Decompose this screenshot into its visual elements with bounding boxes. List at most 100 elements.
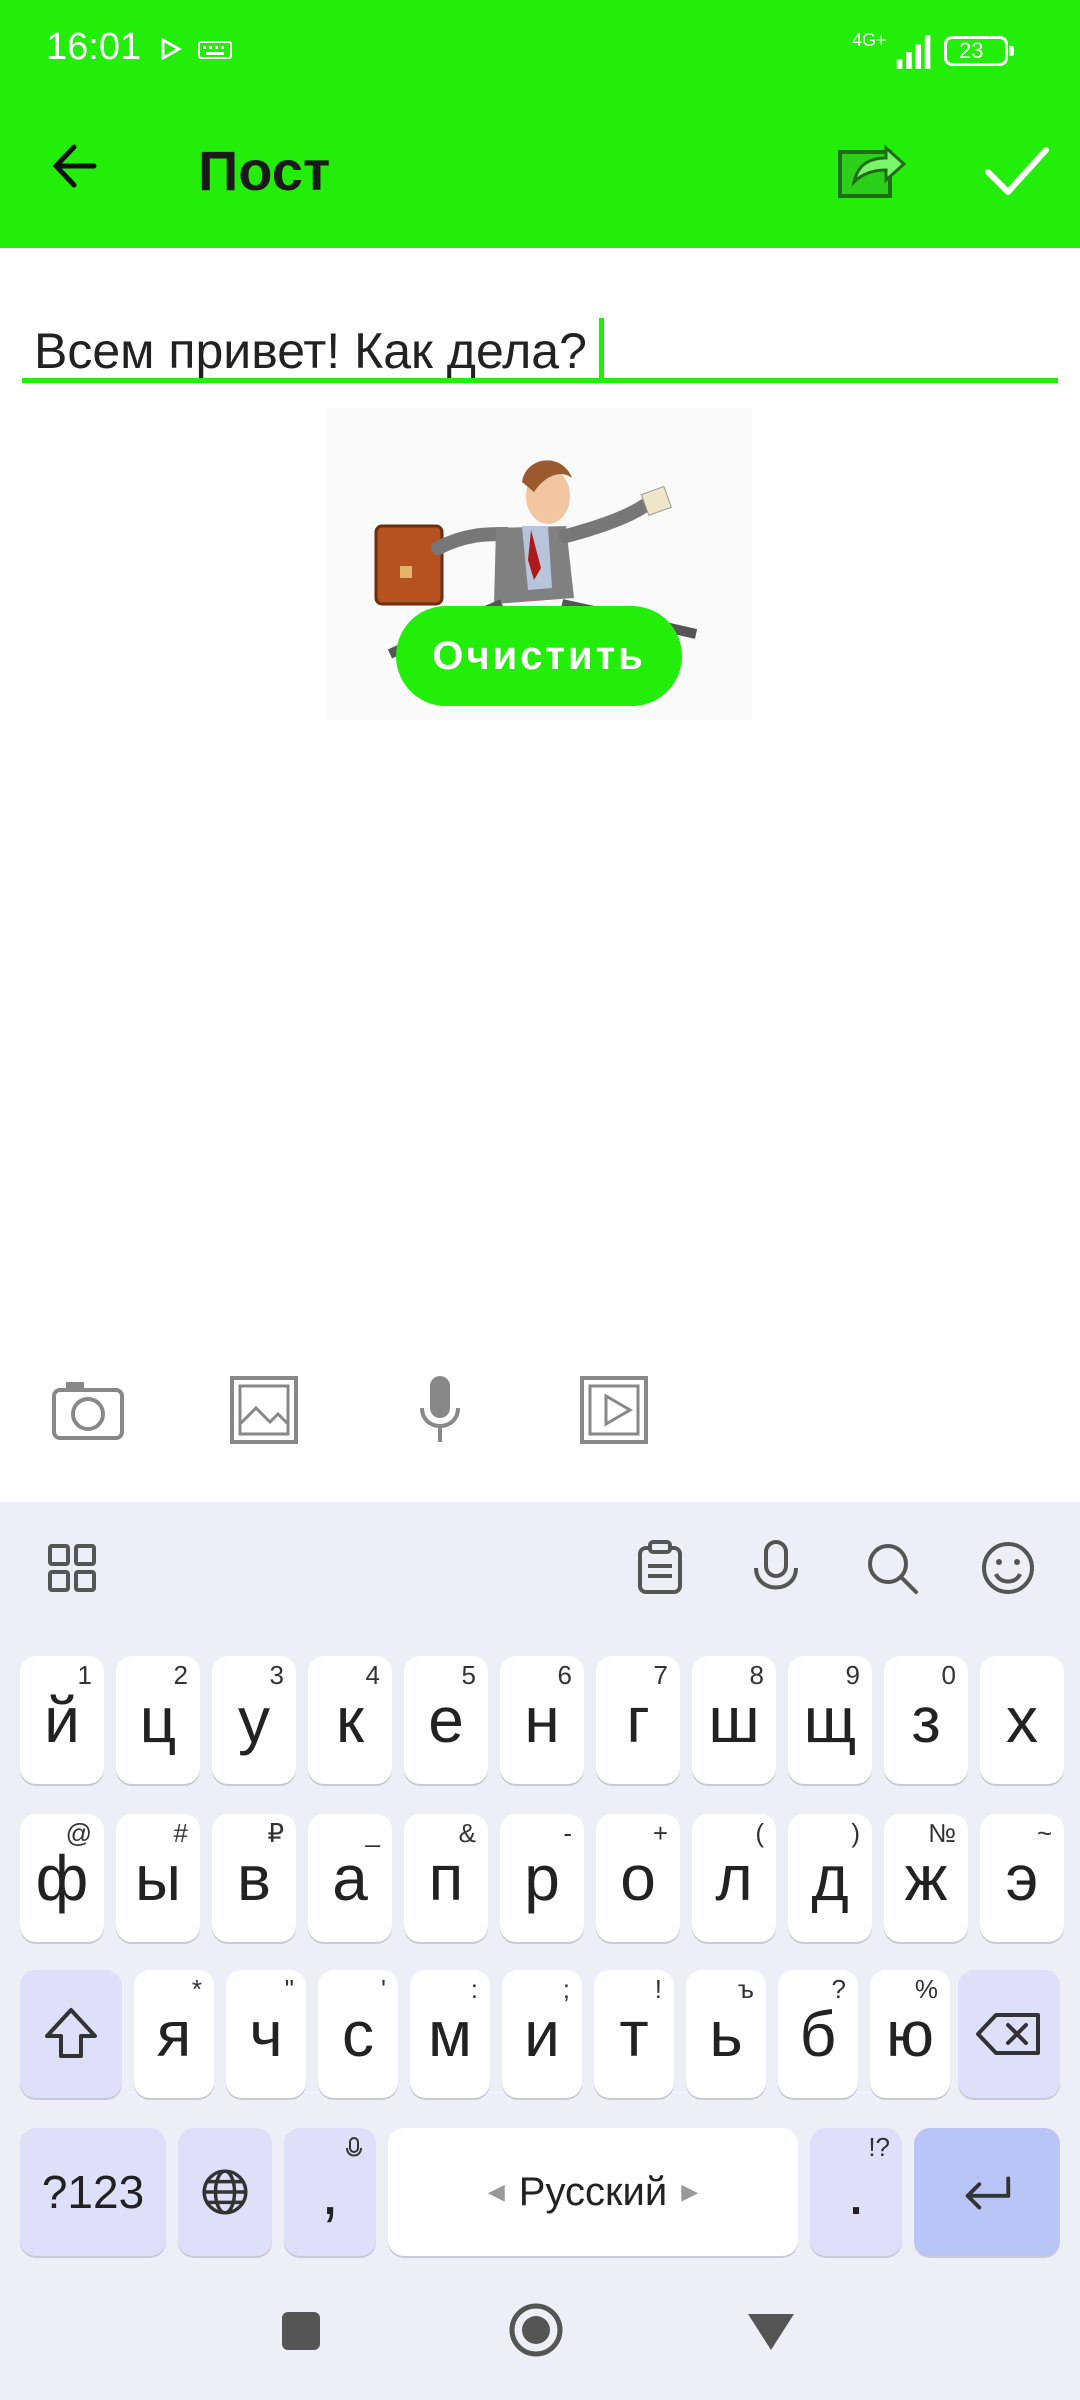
- post-text-input[interactable]: Всем привет! Как дела?: [22, 318, 1058, 384]
- letter-key[interactable]: ц2: [116, 1656, 200, 1784]
- space-key[interactable]: ◀ Русский ▶: [388, 2128, 798, 2256]
- letter-key[interactable]: ш8: [692, 1656, 776, 1784]
- period-key[interactable]: . !?: [810, 2128, 902, 2256]
- letter-key-label: н: [524, 1684, 560, 1756]
- letter-key-label: ь: [709, 1998, 743, 2070]
- letter-key[interactable]: щ9: [788, 1656, 872, 1784]
- letter-key-hint: ': [381, 1974, 386, 2004]
- letter-key[interactable]: й1: [20, 1656, 104, 1784]
- apps-grid-icon[interactable]: [42, 1538, 102, 1598]
- letter-key[interactable]: б?: [778, 1970, 858, 2098]
- backspace-key[interactable]: [958, 1970, 1060, 2098]
- letter-key-hint: ~: [1036, 1818, 1052, 1848]
- letter-key-label: г: [626, 1684, 650, 1756]
- home-button[interactable]: [506, 2300, 566, 2360]
- symbols-key-label: ?123: [41, 2166, 145, 2218]
- letter-key-hint: 4: [365, 1660, 380, 1690]
- letter-key-label: п: [428, 1842, 464, 1914]
- letter-key[interactable]: и;: [502, 1970, 582, 2098]
- recents-button[interactable]: [282, 2312, 320, 2350]
- letter-key[interactable]: ы #: [116, 1814, 200, 1942]
- video-icon[interactable]: [576, 1372, 652, 1448]
- letter-key-label: о: [620, 1842, 656, 1914]
- letter-key-label: й: [44, 1684, 80, 1756]
- app-header: 16:01 4G+ 23 Пост: [0, 0, 1080, 248]
- letter-key-label: д: [811, 1842, 849, 1914]
- letter-key-label: ч: [249, 1998, 283, 2070]
- letter-key-label: щ: [803, 1684, 857, 1756]
- enter-icon: [965, 2176, 1011, 2210]
- letter-key[interactable]: ж №: [884, 1814, 968, 1942]
- clipboard-icon[interactable]: [630, 1538, 690, 1598]
- search-icon[interactable]: [862, 1538, 922, 1598]
- letter-key-label: ж: [904, 1842, 948, 1914]
- letter-key[interactable]: е5: [404, 1656, 488, 1784]
- share-icon[interactable]: [836, 136, 908, 200]
- symbols-key[interactable]: ?123: [20, 2128, 166, 2256]
- letter-key-label: х: [1006, 1684, 1038, 1756]
- letter-key[interactable]: в ₽: [212, 1814, 296, 1942]
- letter-key-label: л: [715, 1842, 753, 1914]
- shift-key[interactable]: [20, 1970, 122, 2098]
- letter-key-label: с: [342, 1998, 374, 2070]
- letter-key-hint: 3: [269, 1660, 284, 1690]
- clear-button[interactable]: Очистить: [396, 606, 682, 706]
- check-icon[interactable]: [980, 140, 1052, 200]
- mic-hint-icon: [346, 2137, 362, 2157]
- period-key-label: .: [847, 2156, 865, 2228]
- letter-key[interactable]: с ': [318, 1970, 398, 2098]
- letter-key-hint: ?: [831, 1974, 846, 2004]
- letter-key-label: к: [336, 1684, 364, 1756]
- letter-key[interactable]: м:: [410, 1970, 490, 2098]
- letter-key[interactable]: р-: [500, 1814, 584, 1942]
- letter-key[interactable]: д): [788, 1814, 872, 1942]
- back-button[interactable]: [746, 2310, 796, 2354]
- camera-icon[interactable]: [50, 1372, 126, 1448]
- letter-key-label: э: [1005, 1842, 1039, 1914]
- backspace-icon: [976, 2013, 1040, 2055]
- letter-key[interactable]: т!: [594, 1970, 674, 2098]
- letter-key-hint: ": [284, 1974, 294, 2004]
- letter-key[interactable]: ч ": [226, 1970, 306, 2098]
- letter-key-hint: 2: [173, 1660, 188, 1690]
- letter-key[interactable]: п &: [404, 1814, 488, 1942]
- voice-input-icon[interactable]: [746, 1538, 806, 1598]
- letter-key[interactable]: а _: [308, 1814, 392, 1942]
- letter-key[interactable]: у3: [212, 1656, 296, 1784]
- letter-key-label: ц: [139, 1684, 177, 1756]
- letter-key[interactable]: ф @: [20, 1814, 104, 1942]
- letter-key-label: б: [799, 1998, 837, 2070]
- keyboard-status-icon: [198, 41, 232, 59]
- letter-key-label: р: [524, 1842, 560, 1914]
- letter-key[interactable]: л(: [692, 1814, 776, 1942]
- emoji-icon[interactable]: [978, 1538, 1038, 1598]
- letter-key[interactable]: о +: [596, 1814, 680, 1942]
- letter-key[interactable]: ьъ: [686, 1970, 766, 2098]
- comma-key[interactable]: ,: [284, 2128, 376, 2256]
- letter-key[interactable]: ю%: [870, 1970, 950, 2098]
- microphone-icon[interactable]: [402, 1372, 478, 1448]
- letter-key-hint: №: [928, 1818, 956, 1848]
- letter-key[interactable]: к4: [308, 1656, 392, 1784]
- gallery-icon[interactable]: [226, 1372, 302, 1448]
- letter-key[interactable]: з0: [884, 1656, 968, 1784]
- letter-key[interactable]: х: [980, 1656, 1064, 1784]
- enter-key[interactable]: [914, 2128, 1060, 2256]
- signal-icon: [896, 35, 931, 69]
- letter-key-label: у: [238, 1684, 270, 1756]
- battery-level: 23: [959, 38, 984, 63]
- letter-key[interactable]: я *: [134, 1970, 214, 2098]
- letter-key[interactable]: г7: [596, 1656, 680, 1784]
- letter-key[interactable]: э ~: [980, 1814, 1064, 1942]
- letter-key-hint: 6: [557, 1660, 572, 1690]
- shift-icon: [45, 2008, 97, 2058]
- language-key[interactable]: [178, 2128, 272, 2256]
- back-arrow-icon[interactable]: [44, 134, 108, 198]
- letter-key-hint: _: [365, 1818, 380, 1848]
- letter-key-hint: !: [654, 1974, 662, 2004]
- letter-key[interactable]: н6: [500, 1656, 584, 1784]
- input-underline: [22, 378, 1058, 383]
- post-text: Всем привет! Как дела?: [34, 323, 587, 379]
- letter-key-hint: %: [914, 1974, 938, 2004]
- letter-key-label: ю: [886, 1998, 934, 2070]
